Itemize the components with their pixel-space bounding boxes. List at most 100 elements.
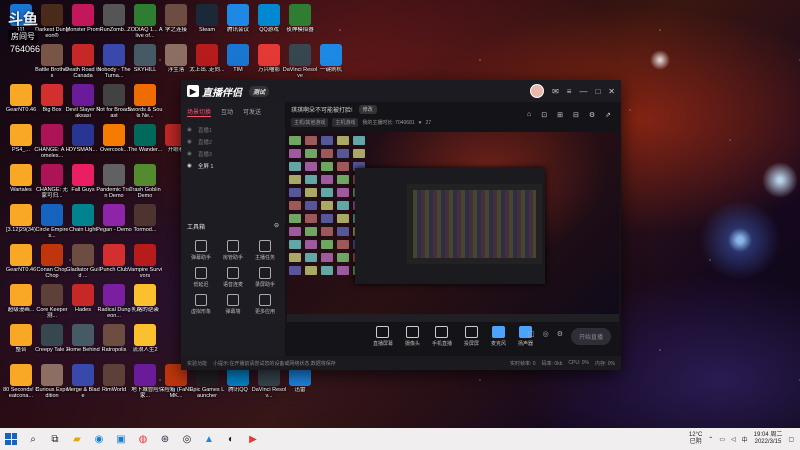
task-view-icon[interactable]: ⧉ — [47, 431, 63, 447]
stream-preview[interactable] — [287, 132, 619, 322]
experimental-feature[interactable]: 实验功能 — [187, 360, 207, 367]
microphone-button[interactable]: 麦克风 — [491, 326, 506, 352]
tool-room-manager[interactable]: 房管助手 — [217, 240, 249, 261]
capture-screen-button[interactable]: 直播屏幕 — [373, 326, 393, 352]
weather-text: 已阴 — [689, 439, 702, 445]
eye-icon[interactable]: ◉ — [187, 163, 192, 169]
user-avatar[interactable] — [530, 84, 545, 98]
app-shortcut-icon — [72, 204, 94, 226]
store-icon[interactable]: ▣ — [113, 431, 129, 447]
maximize-icon[interactable]: □ — [595, 87, 600, 96]
clock[interactable]: 19:04 周二 2022/3/15 — [754, 432, 783, 446]
edge-icon[interactable]: ◉ — [91, 431, 107, 447]
menu-icon[interactable]: ≡ — [567, 87, 572, 96]
live-companion-taskbar-icon[interactable]: ▶ — [245, 431, 261, 447]
eye-icon[interactable]: ◉ — [187, 139, 192, 145]
desktop-icon[interactable]: 一键刷机 — [313, 44, 349, 73]
scene-item[interactable]: ◉ 直播1 — [185, 124, 281, 136]
tab-interact[interactable]: 互动 — [221, 107, 233, 117]
close-icon[interactable]: ✕ — [608, 87, 615, 96]
tool-danmu-wall[interactable]: 弹幕墙 — [217, 294, 249, 315]
preview-nested-window — [355, 168, 545, 284]
scene-item-active[interactable]: ◉ 全屏 1 — [185, 160, 281, 172]
phone-live-button[interactable]: 手机直播 — [432, 326, 452, 352]
start-live-button[interactable]: 开始直播 — [570, 328, 611, 345]
app-shortcut-icon — [10, 244, 32, 266]
projection-button[interactable]: 投屏屏 — [464, 326, 479, 352]
filter-icon[interactable]: ◎ — [543, 330, 549, 338]
app-shortcut-icon — [41, 44, 63, 66]
app-shortcut-icon — [134, 44, 156, 66]
scene-item[interactable]: ◉ 直播3 — [185, 148, 281, 160]
input-language[interactable]: 中 — [742, 435, 748, 444]
tool-danmu-assistant[interactable]: 弹幕助手 — [185, 240, 217, 261]
tool-tasks[interactable]: 主播任务 — [249, 240, 281, 261]
tool-avatar[interactable]: 虚拟形象 — [185, 294, 217, 315]
desktop-icon[interactable]: Trash Goblin Demo — [127, 164, 163, 199]
app-shortcut-icon — [103, 364, 125, 386]
edit-title-button[interactable]: 修改 — [358, 105, 377, 114]
share-icon[interactable]: ⌂ — [527, 111, 531, 119]
app-shortcut-icon — [72, 364, 94, 386]
minimize-icon[interactable]: — — [579, 87, 587, 96]
app-shortcut-icon — [134, 164, 156, 186]
tool-low-latency[interactable]: 低延迟 — [185, 267, 217, 288]
preview-mini-icon — [337, 201, 349, 210]
mail-icon[interactable]: ✉ — [552, 87, 559, 96]
chevron-up-icon[interactable]: ⌃ — [708, 436, 713, 443]
preview-mini-icon — [353, 149, 365, 158]
app-shortcut-icon — [134, 244, 156, 266]
version-badge[interactable]: 测试 — [249, 85, 270, 97]
app-shortcut-icon — [134, 124, 156, 146]
desktop-icon[interactable]: Swords & Souls Ne... — [127, 84, 163, 119]
preview-mini-icon — [289, 162, 301, 171]
desktop-icon[interactable]: 乳酪的逆袭 — [127, 284, 163, 313]
preview-mini-icon — [289, 136, 301, 145]
desktop-icon[interactable]: 流浪人生2 — [127, 324, 163, 353]
tab-send[interactable]: 可发送 — [243, 107, 261, 117]
chrome-icon[interactable]: ◍ — [135, 431, 151, 447]
steam-icon[interactable]: ⊛ — [157, 431, 173, 447]
category-tag[interactable]: 主机游戏 — [332, 118, 359, 127]
app-icon[interactable]: ▲ — [201, 431, 217, 447]
search-icon[interactable]: ⌕ — [25, 431, 41, 447]
lock-icon[interactable]: ⊡ — [541, 111, 547, 119]
app-shortcut-icon — [258, 4, 280, 26]
scene-item[interactable]: ◉ 直播2 — [185, 136, 281, 148]
preview-mini-icon — [337, 162, 349, 171]
preview-mini-icon — [337, 240, 349, 249]
app-shortcut-icon — [227, 4, 249, 26]
desktop-icon[interactable]: Tormod... — [127, 204, 163, 233]
app-shortcut-icon — [41, 164, 63, 186]
desktop-icon[interactable]: 夜神模拟器 — [282, 4, 318, 33]
camera-button[interactable]: 摄像头 — [405, 326, 420, 352]
bookmark-icon[interactable]: ⊟ — [573, 111, 579, 119]
obs-icon[interactable]: ◎ — [179, 431, 195, 447]
app-shortcut-icon — [10, 204, 32, 226]
eye-icon[interactable]: ◉ — [187, 151, 192, 157]
volume-icon[interactable]: ◁ — [731, 436, 736, 443]
settings-icon[interactable]: ⚙ — [589, 111, 595, 119]
tool-recorder[interactable]: 录屏助手 — [249, 267, 281, 288]
category-tag[interactable]: 主机/其他游戏 — [291, 118, 329, 127]
desktop-icon[interactable]: Vampire Survivors — [127, 244, 163, 279]
app-shortcut-icon — [41, 364, 63, 386]
gear-icon[interactable]: ⚙ — [557, 330, 563, 338]
window-titlebar: ▶ 直播伴侣 测试 ✉ ≡ — □ ✕ — [181, 80, 621, 102]
app-shortcut-icon — [320, 44, 342, 66]
eye-icon[interactable]: ◉ — [187, 127, 192, 133]
toolbox-settings-icon[interactable]: ⊖ — [274, 222, 279, 231]
qq-icon[interactable]: ◐ — [223, 431, 239, 447]
file-explorer-icon[interactable]: ▰ — [69, 431, 85, 447]
record-icon[interactable]: ◫ — [528, 330, 535, 338]
phone-icon — [435, 326, 449, 338]
tab-scenes[interactable]: 场景切换 — [187, 107, 212, 117]
start-button[interactable] — [3, 431, 19, 447]
preview-mini-icon — [289, 214, 301, 223]
notification-icon[interactable]: ▢ — [788, 436, 794, 443]
gift-icon[interactable]: ⊞ — [557, 111, 563, 119]
tool-more[interactable]: 更多应用 — [249, 294, 281, 315]
tool-voice-link[interactable]: 语音连麦 — [217, 267, 249, 288]
share-out-icon[interactable]: ⇗ — [605, 111, 611, 119]
network-icon[interactable]: ▭ — [719, 436, 725, 443]
